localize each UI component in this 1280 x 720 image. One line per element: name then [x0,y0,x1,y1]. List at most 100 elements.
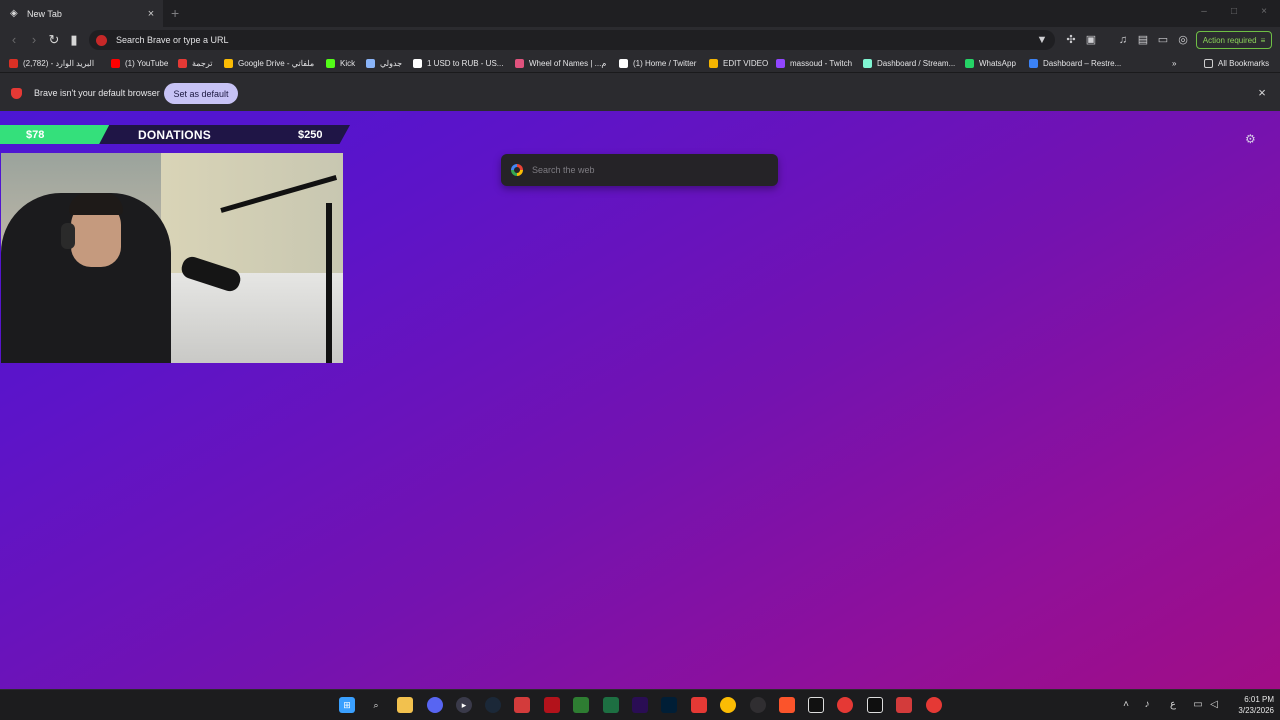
bookmarks-bar: البريد الوارد - (2,782) (1) YouTube ترجم… [0,53,1280,73]
set-as-default-button[interactable]: Set as default [164,83,238,104]
bookmark-item[interactable]: Dashboard – Restre... [1029,57,1121,69]
obs-icon[interactable] [750,697,766,713]
all-bookmarks-button[interactable]: All Bookmarks [1204,57,1269,69]
browser-toolbar: ‹ › ↻ ▮ Search Brave or type a URL ▼ ✣ ▣… [0,27,1280,53]
streamer-hair [69,193,123,215]
donation-goal-overlay: $78 DONATIONS $250 [0,125,352,144]
chrome-icon[interactable] [720,697,736,713]
address-bar[interactable]: Search Brave or type a URL [89,30,1055,50]
app-cc-icon[interactable] [837,697,853,713]
search-input[interactable] [532,165,752,175]
xe-icon [413,58,422,68]
media-icon[interactable]: ♫ [1115,32,1131,48]
search-icon[interactable]: ⌕ [368,697,384,713]
volume-icon[interactable]: ◁ [1208,699,1220,710]
translate-icon [178,58,187,68]
app-cc2-icon[interactable] [926,697,942,713]
brave-shields-icon[interactable]: ▼ [1034,32,1050,48]
vpn-icon[interactable]: ◎ [1175,32,1191,48]
default-browser-infobar: Brave isn't your default browser Set as … [0,73,1280,111]
app-store-icon[interactable] [867,697,883,713]
donation-label: DONATIONS [138,128,211,142]
tray-overflow-icon[interactable]: ˄ [1120,699,1132,710]
donation-bar-fill [0,125,109,144]
infobar-close-icon[interactable]: × [1255,85,1269,100]
donation-goal: $250 [298,129,323,141]
back-icon[interactable]: ‹ [5,31,23,49]
action-required-label: Action required [1202,35,1257,45]
bookmark-icon[interactable]: ▮ [65,31,83,49]
webcam-feed [1,153,343,363]
bookmark-item[interactable]: massoud - Twitch [776,57,852,69]
windows-start-icon[interactable]: ⊞ [339,697,355,713]
bookmark-item[interactable]: 1 USD to RUB - US... [413,57,503,69]
microphone-tray-icon[interactable]: ♪ [1141,699,1153,710]
discord-icon[interactable] [427,697,443,713]
app-eu-icon[interactable] [514,697,530,713]
close-window-button[interactable]: × [1254,6,1274,17]
brave-logo-icon [11,88,22,99]
windows-taskbar: ⊞ ⌕ ▸ ˄ ♪ ع ▭ ◁ 6:01 PM 3/23/2026 [0,689,1280,720]
donation-current: $78 [26,129,45,141]
excel-icon[interactable] [603,697,619,713]
bookmark-item[interactable]: EDIT VIDEO [709,57,768,69]
file-explorer-icon[interactable] [397,697,413,713]
gear-icon[interactable]: ⚙ [1245,132,1256,146]
minimize-button[interactable]: – [1194,6,1214,17]
action-required-button[interactable]: Action required ≡ [1196,31,1272,49]
bookmark-item[interactable]: جدولي [366,57,402,69]
clock-date: 3/23/2026 [1238,706,1274,715]
streamlabs-icon [863,58,872,68]
system-clock[interactable]: 6:01 PM 3/23/2026 [1222,694,1274,716]
new-tab-button[interactable]: + [171,5,179,21]
edit-video-icon [709,58,718,68]
network-icon[interactable]: ▭ [1192,699,1204,710]
menu-icon: ≡ [1260,35,1266,45]
screenshot-icon[interactable]: ▣ [1083,32,1099,48]
bookmarks-overflow-button[interactable]: » [1172,57,1176,69]
maximize-button[interactable]: □ [1224,6,1244,17]
tab-close-icon[interactable]: × [143,8,159,20]
headset [61,223,75,249]
webcam-wall [161,153,343,273]
media-player-icon[interactable]: ▸ [456,697,472,713]
whatsapp-icon [965,58,974,68]
tab-title: New Tab [27,8,62,19]
new-tab-page: $78 DONATIONS $250 ⚙ [0,111,1280,689]
premiere-icon[interactable] [632,697,648,713]
bookmark-item[interactable]: (1) Home / Twitter [619,57,696,69]
extensions-icon[interactable]: ✣ [1063,32,1079,48]
bookmark-item[interactable]: (1) YouTube [111,57,168,69]
youtube-icon [111,58,120,68]
input-language[interactable]: ع [1167,699,1179,710]
bookmark-item[interactable]: البريد الوارد - (2,782) [9,57,94,69]
bookmark-item[interactable]: Wheel of Names | ...م [515,57,606,69]
capcut-icon[interactable] [808,697,824,713]
app-eu2-icon[interactable] [896,697,912,713]
address-bar-placeholder: Search Brave or type a URL [116,35,229,45]
brave-icon[interactable] [779,697,795,713]
infobar-text: Brave isn't your default browser [34,88,160,98]
wheel-icon [515,58,524,68]
restream-icon [1029,58,1038,68]
app-red-icon[interactable] [544,697,560,713]
tab-new-tab[interactable]: ◈ New Tab × [0,0,163,27]
app-green-icon[interactable] [573,697,589,713]
steam-icon[interactable] [485,697,501,713]
schedule-icon [366,58,375,68]
bookmark-item[interactable]: WhatsApp [965,57,1016,69]
sidebar-icon[interactable]: ▤ [1135,32,1151,48]
forward-icon[interactable]: › [25,31,43,49]
x-icon [619,58,628,68]
bookmark-item[interactable]: Kick [326,57,355,69]
bookmark-item[interactable]: Dashboard / Stream... [863,57,955,69]
app-red2-icon[interactable] [691,697,707,713]
reload-icon[interactable]: ↻ [45,31,63,49]
web-search-box[interactable] [501,154,778,186]
bookmark-item[interactable]: Google Drive - ملفاتي [224,57,314,69]
bookmark-item[interactable]: ترجمة [178,57,213,69]
title-bar: ◈ New Tab × + – □ × [0,0,1280,27]
folder-icon [1204,58,1213,68]
photoshop-icon[interactable] [661,697,677,713]
wallet-icon[interactable]: ▭ [1155,32,1171,48]
